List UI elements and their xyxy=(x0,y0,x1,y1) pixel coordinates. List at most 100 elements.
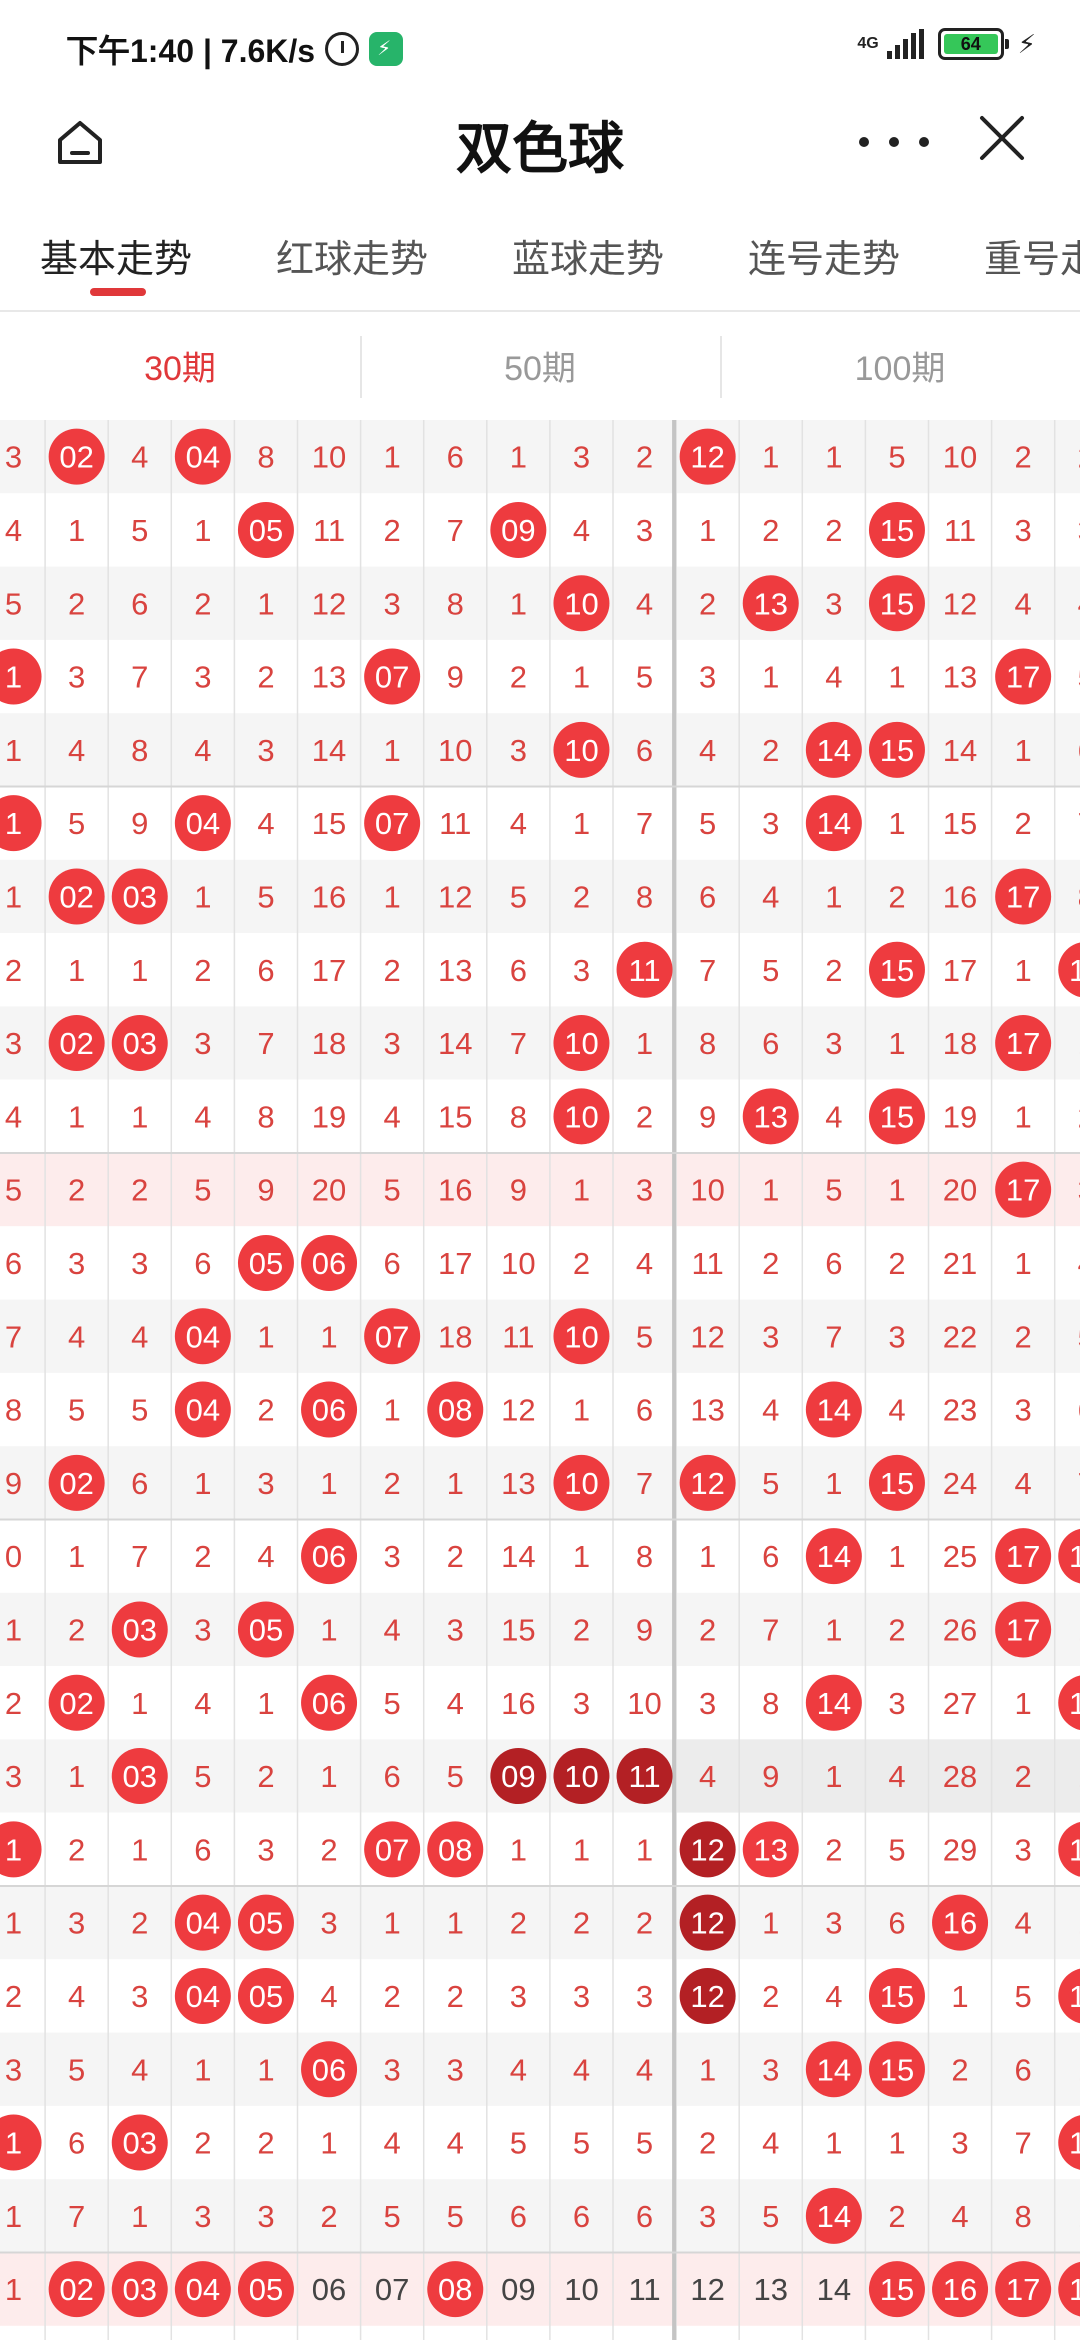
trend-miss-count: 4 xyxy=(257,1539,274,1574)
trend-miss-count: 1 xyxy=(510,1832,527,1867)
trend-miss-count: 2 xyxy=(510,660,527,695)
trend-miss-count: 12 xyxy=(690,1319,724,1354)
trend-miss-count: 4 xyxy=(447,1686,464,1721)
tab-red-ball-trend[interactable]: 红球走势 xyxy=(276,228,428,283)
trend-ball-number: 07 xyxy=(375,1832,409,1867)
trend-miss-count: 4 xyxy=(888,1759,905,1794)
trend-ball-number: 05 xyxy=(249,513,283,548)
trend-ball-number: 04 xyxy=(186,1906,220,1941)
trend-miss-count: 1 xyxy=(762,1906,779,1941)
trend-miss-count: 3 xyxy=(762,2052,779,2087)
trend-miss-count: 13 xyxy=(501,1466,535,1501)
trend-miss-count: 6 xyxy=(636,733,653,768)
tab-blue-ball-trend[interactable]: 蓝球走势 xyxy=(512,228,664,283)
trend-ball-number: 18 xyxy=(1069,2126,1080,2161)
trend-miss-count: 4 xyxy=(1015,1466,1032,1501)
trend-miss-count: 5 xyxy=(699,806,716,841)
trend-miss-count: 4 xyxy=(699,733,716,768)
trend-miss-count: 3 xyxy=(5,1759,22,1794)
trend-ball-number: 14 xyxy=(817,1539,851,1574)
trend-miss-count: 1 xyxy=(573,1832,590,1867)
period-30[interactable]: 30期 xyxy=(0,314,360,424)
trend-miss-count: 7 xyxy=(131,1539,148,1574)
trend-miss-count: 9 xyxy=(762,1759,779,1794)
trend-ball-number: 1 xyxy=(5,806,22,841)
trend-ball-number: 17 xyxy=(1006,660,1040,695)
trend-miss-count: 4 xyxy=(1015,1906,1032,1941)
trend-miss-count: 1 xyxy=(573,660,590,695)
trend-miss-count: 13 xyxy=(690,1393,724,1428)
trend-miss-count: 2 xyxy=(257,1759,274,1794)
trend-miss-count: 1 xyxy=(320,1759,337,1794)
trend-miss-count: 12 xyxy=(501,1393,535,1428)
trend-miss-count: 5 xyxy=(447,1759,464,1794)
tab-consecutive-trend[interactable]: 连号走势 xyxy=(748,228,900,283)
trend-miss-count: 5 xyxy=(384,1173,401,1208)
trend-miss-count: 2 xyxy=(320,2199,337,2234)
trend-miss-count: 4 xyxy=(825,1099,842,1134)
trend-miss-count: 1 xyxy=(825,879,842,914)
trend-miss-count: 3 xyxy=(636,1979,653,2014)
battery-level: 64 xyxy=(943,34,998,54)
trend-ball-number: 08 xyxy=(438,1832,472,1867)
trend-miss-count: 8 xyxy=(636,879,653,914)
close-icon[interactable] xyxy=(974,110,1030,166)
trend-miss-count: 3 xyxy=(384,586,401,621)
trend-miss-count: 2 xyxy=(1015,1759,1032,1794)
trend-miss-count: 2 xyxy=(573,1612,590,1647)
charging-icon: ⚡ xyxy=(1017,28,1036,59)
battery-icon: 64 xyxy=(937,28,1009,60)
period-100[interactable]: 100期 xyxy=(720,314,1080,424)
trend-miss-count: 1 xyxy=(68,1099,85,1134)
trend-ball-number: 07 xyxy=(375,1319,409,1354)
trend-miss-count: 3 xyxy=(68,1246,85,1281)
trend-ball-number: 13 xyxy=(754,1099,788,1134)
trend-miss-count: 1 xyxy=(68,1759,85,1794)
trend-ball-number: 15 xyxy=(880,586,914,621)
trend-miss-count: 2 xyxy=(699,1612,716,1647)
trend-miss-count: 17 xyxy=(438,1246,472,1281)
trend-miss-count: 4 xyxy=(888,1393,905,1428)
trend-miss-count: 1 xyxy=(5,1906,22,1941)
trend-ball-number: 14 xyxy=(817,806,851,841)
trend-grid[interactable]: 3024048101613212115102241510511270943122… xyxy=(0,420,1080,2340)
grid-row-bg xyxy=(0,1886,1080,1960)
trend-miss-count: 1 xyxy=(320,1466,337,1501)
trend-ball-number: 05 xyxy=(249,1612,283,1647)
trend-miss-count: 3 xyxy=(888,1319,905,1354)
trend-miss-count: 1 xyxy=(5,2272,22,2307)
trend-miss-count: 6 xyxy=(762,1539,779,1574)
trend-miss-count: 07 xyxy=(375,2272,409,2307)
trend-ball-number: 10 xyxy=(564,1466,598,1501)
trend-miss-count: 1 xyxy=(573,1539,590,1574)
period-50[interactable]: 50期 xyxy=(360,314,720,424)
trend-ball-number: 04 xyxy=(186,1393,220,1428)
trend-ball-number: 09 xyxy=(501,513,535,548)
trend-miss-count: 2 xyxy=(762,1246,779,1281)
trend-ball-number: 02 xyxy=(59,440,93,475)
trend-miss-count: 7 xyxy=(636,1466,653,1501)
trend-miss-count: 1 xyxy=(447,1466,464,1501)
trend-miss-count: 3 xyxy=(384,1539,401,1574)
trend-miss-count: 4 xyxy=(384,2126,401,2161)
trend-ball-number: 03 xyxy=(123,2126,157,2161)
trend-miss-count: 14 xyxy=(312,733,346,768)
tab-basic-trend[interactable]: 基本走势 xyxy=(40,228,192,283)
trend-miss-count: 2 xyxy=(888,879,905,914)
trend-miss-count: 7 xyxy=(5,1319,22,1354)
trend-ball-number: 15 xyxy=(880,513,914,548)
trend-miss-count: 15 xyxy=(501,1612,535,1647)
trend-miss-count: 5 xyxy=(257,879,274,914)
trend-miss-count: 4 xyxy=(257,806,274,841)
trend-miss-count: 18 xyxy=(943,1026,977,1061)
trend-miss-count: 3 xyxy=(447,2052,464,2087)
trend-ball-number: 10 xyxy=(564,586,598,621)
trend-miss-count: 1 xyxy=(825,1612,842,1647)
trend-miss-count: 7 xyxy=(447,513,464,548)
more-icon[interactable] xyxy=(852,114,952,170)
tab-repeat-trend[interactable]: 重号走势 xyxy=(984,228,1080,283)
trend-miss-count: 11 xyxy=(944,513,976,548)
trend-ball-number: 1 xyxy=(5,1832,22,1867)
trend-ball-number: 18 xyxy=(1069,1539,1080,1574)
trend-miss-count: 4 xyxy=(762,879,779,914)
